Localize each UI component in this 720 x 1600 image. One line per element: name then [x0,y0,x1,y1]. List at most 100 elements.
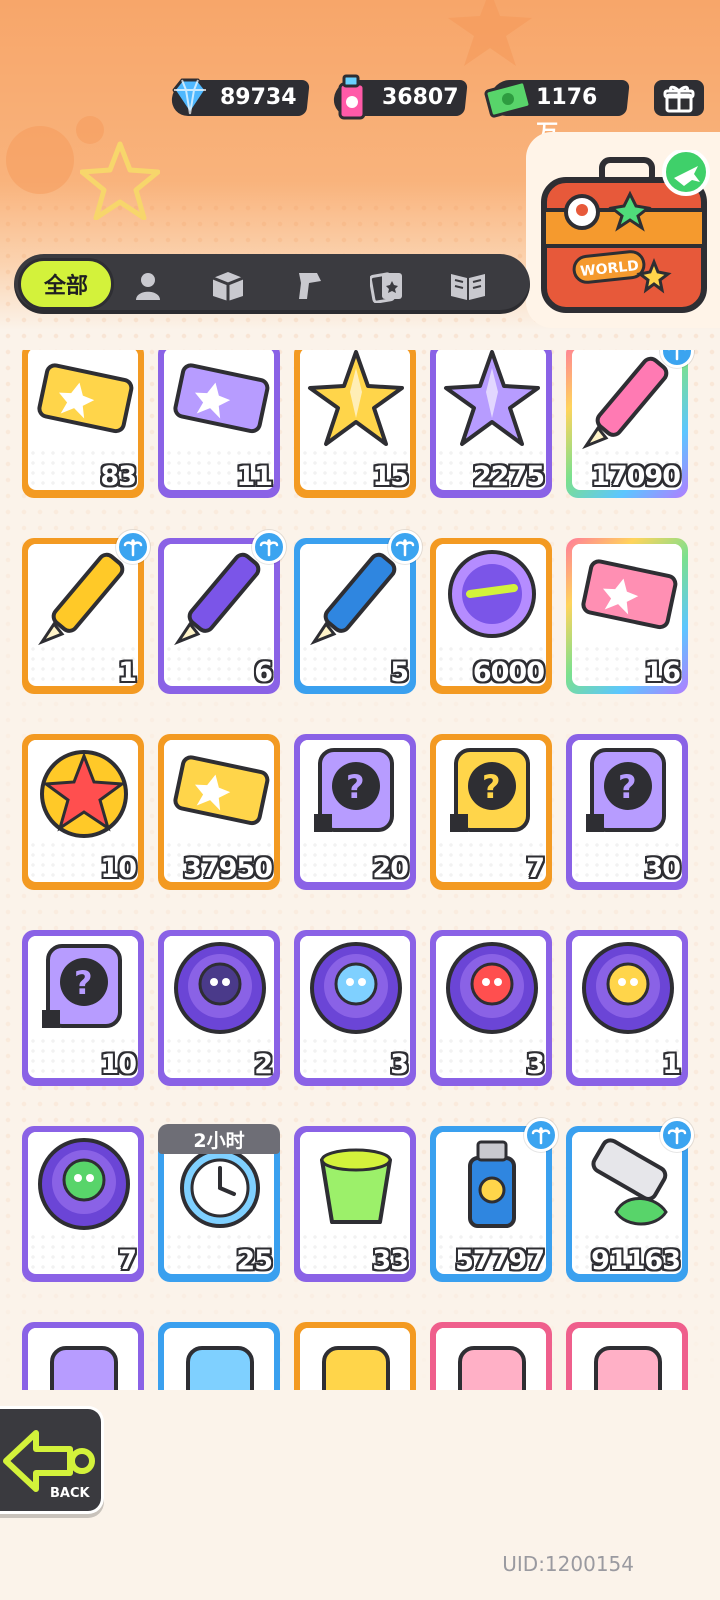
spray-can-icon [468,1140,516,1228]
item-count: 37950 [183,853,273,884]
item-count: 17090 [591,461,681,492]
rainbow-star-icon [308,350,404,446]
item-count: 57797 [455,1245,545,1276]
tab-spray[interactable] [288,266,328,306]
inventory-item[interactable]: 7 [22,1126,144,1282]
inventory-item[interactable]: 3 [294,930,416,1086]
inventory-item[interactable]: 17090 [566,350,694,498]
partial-item-icon [186,1346,254,1396]
currency-cash[interactable]: 1176万 [484,80,630,146]
mpet-bat-orb-icon [174,942,266,1034]
gift-button[interactable] [654,80,704,116]
mystery-egg-icon: ? [314,748,394,832]
item-count: 10 [100,853,137,884]
cool-coin-icon [448,550,536,638]
inventory-item[interactable]: 25 2小时 [158,1124,280,1282]
rainbow-crayon-icon [582,356,669,450]
gold-deity-puzzle-icon: ? [450,748,530,832]
season-ticket-icon [173,755,270,826]
item-count: 30 [644,853,681,884]
diamond-icon [172,78,208,116]
inventory-item[interactable]: 11 [158,350,280,498]
item-count: 1 [118,657,137,688]
mpet-fish-orb-icon [310,942,402,1034]
currency-diamond[interactable]: 89734 [170,78,310,116]
svg-text:?: ? [482,768,501,806]
inventory-item[interactable]: 5 [294,530,422,694]
item-count: 3 [526,1049,545,1080]
back-label: BACK [50,1486,91,1501]
inventory-item[interactable]: 57797 [430,1118,558,1282]
inventory-item[interactable]: ? 10 [22,930,144,1086]
inventory-item[interactable] [430,1322,552,1396]
inventory-item[interactable]: 33 [294,1126,416,1282]
inventory-item[interactable]: 6000 [430,538,552,694]
svg-text:?: ? [346,768,365,806]
inventory-item[interactable]: 3 [430,930,552,1086]
inventory-item[interactable]: 2 [158,930,280,1086]
inventory-item[interactable]: 2275 [430,350,552,498]
item-count: 25 [236,1245,273,1276]
back-arrow-icon: BACK [3,1430,95,1501]
tab-box[interactable] [208,266,248,306]
inventory-item[interactable]: 1 [566,930,688,1086]
diamond-count: 89734 [220,85,297,110]
tab-person[interactable] [128,266,168,306]
item-count: 20 [372,853,409,884]
tab-all[interactable]: 全部 [18,258,114,310]
item-grid: 83 11 15 2275 17090 1 6 5 6000 16 10 37950? 20? 7? 30?… [22,350,698,1396]
palm-tree-badge-icon [116,530,150,564]
person-icon [136,273,160,300]
mpet-squid-orb-icon [582,942,674,1034]
item-count: 2 [254,1049,273,1080]
item-count: 6000 [472,657,545,688]
inventory-item[interactable]: 1 [22,530,150,694]
item-count: 15 [372,461,409,492]
user-id: UID:1200154 [502,1552,634,1576]
book-icon [451,274,485,300]
back-button[interactable]: BACK [0,1406,104,1514]
inventory-item[interactable]: ? 20 [294,734,416,890]
partial-item-icon [322,1346,390,1396]
inventory-item[interactable] [294,1322,416,1396]
inventory-item[interactable]: 10 [22,734,144,890]
inventory-item[interactable]: 83 [22,350,144,498]
palm-tree-badge-icon [660,1118,694,1152]
partial-item-icon [458,1346,526,1396]
spray-gun-icon [299,273,321,299]
item-count: 33 [372,1245,409,1276]
palm-tree-badge-icon [524,1118,558,1152]
star-badge-icon [40,750,128,838]
jelly-cup-icon [320,1148,392,1224]
purple-crayon-icon [174,552,261,646]
currency-paint[interactable]: 36807 [332,74,468,120]
item-count: 5 [390,657,409,688]
item-count: 16 [644,657,681,688]
item-count: 6 [254,657,273,688]
item-count: 7 [118,1245,137,1276]
mpet-piranha-orb-icon [446,942,538,1034]
inventory-item[interactable] [22,1322,144,1396]
inventory-item[interactable]: 15 [294,350,416,498]
inventory-item[interactable]: ? 7 [430,734,552,890]
inventory-item[interactable] [158,1322,280,1396]
inventory-item[interactable]: 37950 [158,734,280,890]
item-count: 83 [100,461,137,492]
item-count: 91163 [591,1245,681,1276]
yellow-crayon-icon [38,552,125,646]
tab-cards[interactable] [368,266,408,306]
lottery-ticket-icon [581,559,678,630]
inventory-item[interactable]: 91163 [566,1118,694,1282]
inventory-item[interactable]: 16 [566,538,688,694]
cards-icon [370,272,402,303]
palm-tree-badge-icon [252,530,286,564]
inventory-item[interactable] [566,1322,688,1396]
inventory-item[interactable]: 6 [158,530,286,694]
inventory-item[interactable]: ? 30 [566,734,688,890]
item-count: 2275 [472,461,545,492]
suitcase-icon[interactable]: WORLD [534,150,720,326]
travel-card-icon: ? [42,944,122,1028]
tab-book[interactable] [448,266,488,306]
gift-box-icon [663,85,695,113]
partial-item-icon [594,1346,662,1396]
